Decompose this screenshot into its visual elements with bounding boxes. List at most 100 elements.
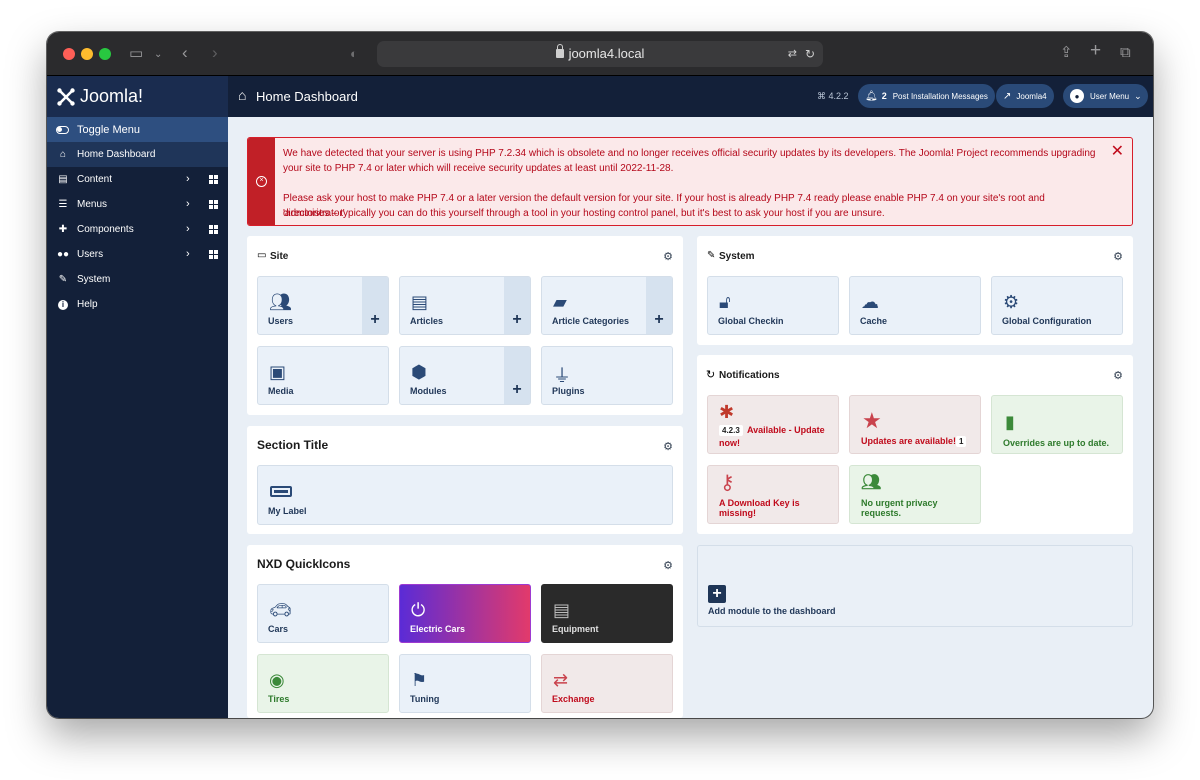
global-checkin-tile[interactable]: 🔓︎ Global Checkin: [707, 276, 839, 335]
cogs-icon[interactable]: ⚙: [1113, 250, 1123, 263]
exchange-tile[interactable]: ⇄ Exchange: [541, 654, 673, 713]
address-bar[interactable]: joomla4.local ⇄ ↻: [377, 41, 823, 67]
update-text-2: now!: [719, 438, 740, 448]
sidebar-item-help[interactable]: i Help: [47, 292, 228, 317]
plugins-tile[interactable]: ⏚ Plugins: [541, 346, 673, 405]
joomla-logo[interactable]: Joomla!: [47, 76, 228, 117]
chevron-right-icon[interactable]: ›: [186, 223, 190, 235]
article-categories-tile[interactable]: ▰ Article Categories +: [541, 276, 673, 335]
tile-label: Exchange: [552, 694, 595, 704]
add-article-button[interactable]: +: [504, 277, 530, 334]
notifications-card-title: Notifications: [719, 370, 780, 381]
alert-line-1: We have detected that your server is usi…: [283, 148, 1096, 159]
shield-icon[interactable]: ◐: [350, 46, 358, 61]
forward-arrow-icon[interactable]: ›: [212, 44, 218, 61]
cogs-icon[interactable]: ⚙: [663, 250, 673, 263]
sidebar-item-menus[interactable]: ☰ Menus ›: [47, 192, 228, 217]
chevron-right-icon[interactable]: ›: [186, 198, 190, 210]
sidebar-item-system[interactable]: ✎ System: [47, 267, 228, 292]
equipment-tile[interactable]: ▤ Equipment: [541, 584, 673, 643]
download-key-notification[interactable]: ⚷ A Download Key is missing!: [707, 465, 839, 524]
chevron-right-icon[interactable]: ›: [186, 173, 190, 185]
plug-icon: ⏚: [553, 366, 571, 386]
close-window-button[interactable]: [63, 48, 75, 60]
global-configuration-tile[interactable]: ⚙ Global Configuration: [991, 276, 1123, 335]
add-user-button[interactable]: +: [362, 277, 388, 334]
close-alert-button[interactable]: ✕: [1111, 141, 1124, 161]
lock-icon: [555, 44, 564, 58]
file-icon: ▤: [58, 174, 68, 185]
extension-updates-notification[interactable]: ★ Updates are available! 1: [849, 395, 981, 454]
cars-tile[interactable]: 🚗︎ Cars: [257, 584, 389, 643]
tile-label: Cache: [860, 316, 888, 326]
back-arrow-icon[interactable]: ‹: [182, 44, 188, 61]
tile-label: Global Configuration: [1002, 316, 1092, 326]
cogs-icon[interactable]: ⚙: [1113, 369, 1123, 382]
sidebar-item-home-dashboard[interactable]: ⌂ Home Dashboard: [47, 142, 228, 167]
maximize-window-button[interactable]: [99, 48, 111, 60]
tile-label: Tuning: [410, 694, 440, 704]
my-label-tile[interactable]: My Label: [257, 465, 673, 525]
chevron-down-icon[interactable]: ⌄: [154, 47, 162, 62]
joomla-update-notification[interactable]: ✱ 4.2.3 Available - Update now!: [707, 395, 839, 454]
system-card: ✎ System ⚙ 🔓︎ Global Checkin ☁ Cache ⚙ G…: [697, 236, 1133, 345]
add-module-card[interactable]: + Add module to the dashboard: [697, 545, 1133, 627]
translate-icon[interactable]: ⇄: [788, 41, 797, 67]
tile-label: Modules: [410, 386, 447, 396]
sidebar-item-label: Components: [77, 224, 134, 235]
sidebar-item-content[interactable]: ▤ Content ›: [47, 167, 228, 192]
new-tab-icon[interactable]: +: [1090, 41, 1101, 60]
post-installation-messages-button[interactable]: 🔔︎ 2 Post Installation Messages: [858, 84, 995, 108]
tab-overview-icon[interactable]: ⧉: [1120, 45, 1131, 60]
puzzle-icon: ✚: [58, 224, 68, 235]
add-category-button[interactable]: +: [646, 277, 672, 334]
chevron-right-icon[interactable]: ›: [186, 248, 190, 260]
dashboard-grid-icon[interactable]: [209, 200, 218, 209]
tuning-tile[interactable]: ⚑ Tuning: [399, 654, 531, 713]
sidebar-item-components[interactable]: ✚ Components ›: [47, 217, 228, 242]
cache-tile[interactable]: ☁ Cache: [849, 276, 981, 335]
electric-cars-tile[interactable]: ⏻ Electric Cars: [399, 584, 531, 643]
dashboard-grid-icon[interactable]: [209, 225, 218, 234]
user-avatar-icon: ●: [1070, 89, 1084, 103]
share-icon[interactable]: ⇪: [1060, 45, 1073, 60]
dashboard-grid-icon[interactable]: [209, 250, 218, 259]
tile-label: Article Categories: [552, 316, 630, 326]
bell-icon: 🔔︎: [865, 90, 878, 102]
cogs-icon[interactable]: ⚙: [663, 440, 673, 453]
modules-tile[interactable]: ⬢ Modules +: [399, 346, 531, 405]
joomla-icon: ✱: [719, 402, 735, 422]
minimize-window-button[interactable]: [81, 48, 93, 60]
users-tile[interactable]: 👥︎ Users +: [257, 276, 389, 335]
dashboard-grid-icon[interactable]: [209, 175, 218, 184]
toggle-menu-button[interactable]: Toggle Menu: [47, 117, 228, 142]
tile-label: Cars: [268, 624, 289, 634]
external-link-icon: ↗: [1003, 90, 1012, 102]
sidebar-item-users[interactable]: ●● Users ›: [47, 242, 228, 267]
reload-icon[interactable]: ↻: [805, 41, 815, 67]
overrides-notification[interactable]: ▮ Overrides are up to date.: [991, 395, 1123, 454]
add-module-button[interactable]: +: [504, 347, 530, 404]
cogs-icon[interactable]: ⚙: [663, 559, 673, 572]
key-icon: ⚷: [720, 472, 735, 494]
tires-tile[interactable]: ◉ Tires: [257, 654, 389, 713]
site-card-title: Site: [270, 251, 289, 262]
media-tile[interactable]: ▣ Media: [257, 346, 389, 405]
view-site-button[interactable]: ↗ Joomla4: [996, 84, 1054, 108]
user-menu-label: User Menu: [1090, 91, 1130, 101]
checkered-flag-icon: ⚑: [411, 670, 428, 690]
joomla-logo-icon: [57, 87, 75, 106]
sidebar-toggle-icon[interactable]: ▭: [129, 46, 143, 61]
privacy-requests-notification[interactable]: 👥︎ No urgent privacy requests.: [849, 465, 981, 524]
url-text: joomla4.local: [568, 46, 645, 61]
exchange-arrows-icon: ⇄: [553, 670, 569, 690]
warning-circle-icon: ×: [256, 176, 267, 187]
desktop-icon: ▭: [257, 250, 267, 261]
notifications-card: ↻ Notifications ⚙ ✱ 4.2.3 Available - Up…: [697, 355, 1133, 534]
toggle-menu-label: Toggle Menu: [77, 123, 140, 136]
tile-label: Equipment: [552, 624, 599, 634]
user-menu-button[interactable]: ● User Menu ⌄: [1063, 84, 1148, 108]
articles-tile[interactable]: ▤ Articles +: [399, 276, 531, 335]
section-card: Section Title ⚙ My Label: [247, 426, 683, 534]
sidebar-item-label: System: [77, 274, 111, 285]
